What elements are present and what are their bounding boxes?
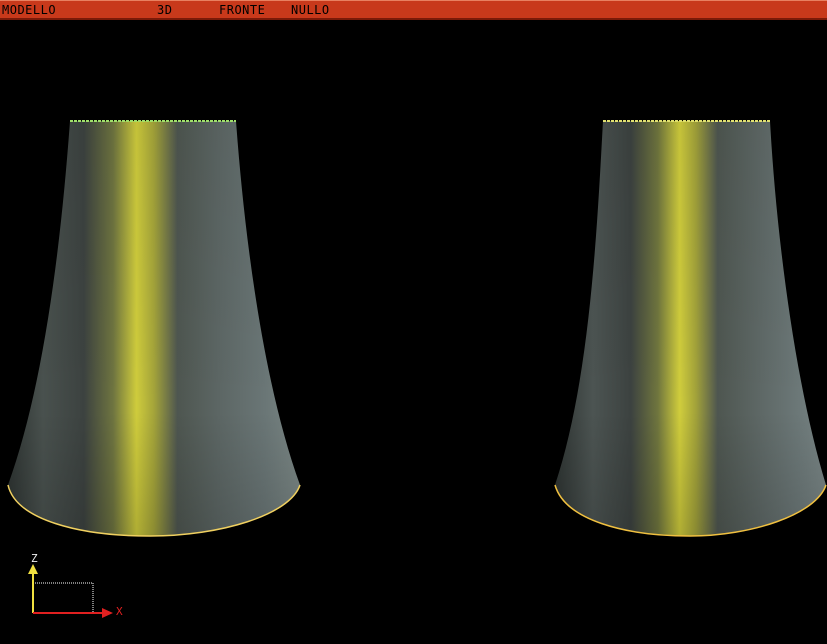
x-axis-label: X (116, 605, 123, 618)
status-label[interactable]: NULLO (291, 3, 330, 17)
z-axis-label: Z (31, 552, 38, 565)
dimension-label[interactable]: 3D (157, 3, 172, 17)
3d-viewport[interactable]: Z X (0, 20, 827, 640)
revolved-surface-right[interactable] (554, 120, 827, 537)
viewport-titlebar: MODELLO 3D FRONTE NULLO (0, 0, 827, 20)
z-axis-arrow-icon (28, 564, 38, 574)
axis-triad (28, 564, 113, 618)
axis-bounding-box (32, 582, 94, 614)
mode-label[interactable]: MODELLO (2, 3, 56, 17)
revolved-surface-left[interactable] (7, 120, 301, 537)
x-axis-arrow-icon (102, 608, 113, 618)
view-label[interactable]: FRONTE (219, 3, 265, 17)
viewport-canvas[interactable] (0, 20, 827, 640)
